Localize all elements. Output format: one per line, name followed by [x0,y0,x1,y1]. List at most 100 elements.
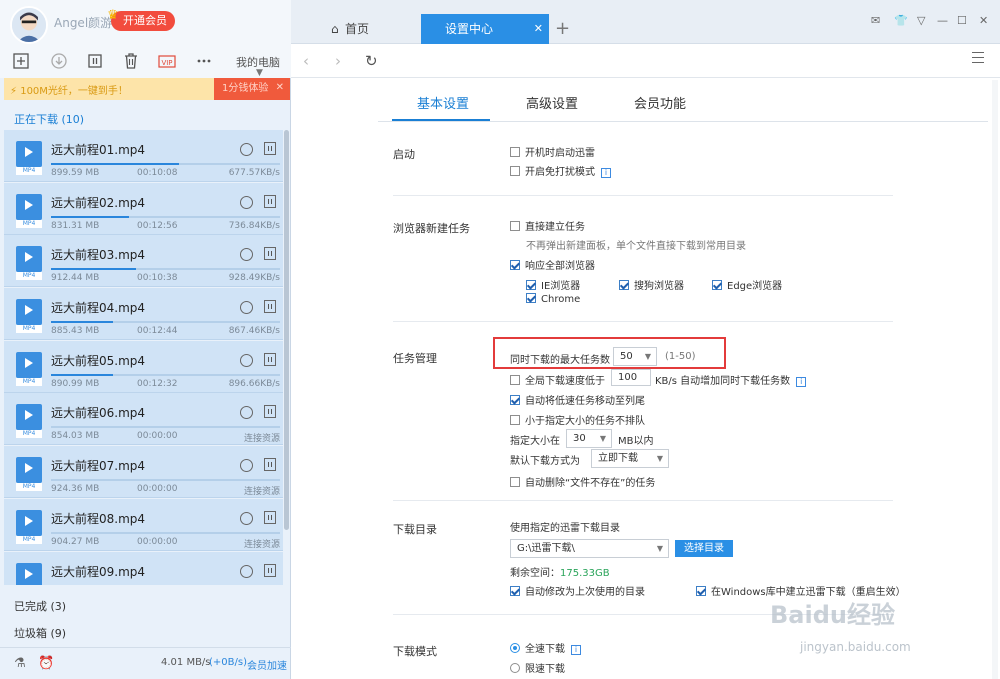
speed-low-input[interactable]: 100 [611,369,651,386]
open-folder-icon[interactable] [240,301,253,315]
new-task-button[interactable] [10,50,32,72]
pause-icon[interactable] [264,142,276,155]
checkbox-checked-icon[interactable] [510,395,520,405]
dir-path-select[interactable]: G:\迅雷下载\ ▼ [510,539,669,558]
list-item[interactable]: MP4 远大前程02.mp4 831.31 MB 00:12:56 736.84KB/s [4,182,283,235]
delete-button[interactable] [120,50,142,72]
chrome-checkbox[interactable]: Chrome [526,293,580,305]
sogou-checkbox[interactable]: 搜狗浏览器 [619,277,684,292]
checkbox-checked-icon[interactable] [526,280,536,290]
list-scrollbar[interactable] [284,130,289,530]
max-tasks-select[interactable]: 50 ▼ [613,347,657,366]
open-folder-icon[interactable] [240,353,253,367]
pause-icon[interactable] [264,300,276,314]
pause-button[interactable] [84,50,106,72]
list-item[interactable]: MP4 远大前程03.mp4 912.44 MB 00:10:38 928.49KB/s [4,235,283,288]
trash-header[interactable]: 垃圾箱 (9) [14,625,66,641]
new-tab-button[interactable]: + [555,14,570,44]
tab-advanced-settings[interactable]: 高级设置 [526,93,578,112]
choose-dir-button[interactable]: 选择目录 [675,540,733,557]
open-vip-button[interactable]: ♛ 开通会员 [107,8,175,31]
default-mode-select[interactable]: 立即下载 ▼ [591,449,669,468]
open-folder-icon[interactable] [240,564,253,578]
avatar[interactable] [10,6,48,44]
open-folder-icon[interactable] [240,195,253,209]
open-folder-icon[interactable] [240,406,253,420]
list-item[interactable]: MP4 远大前程08.mp4 904.27 MB 00:00:00 连接资源 [4,498,283,551]
pause-icon[interactable] [264,510,276,524]
tab-basic-settings[interactable]: 基本设置 [417,93,469,112]
username[interactable]: Angel颜游 [54,14,112,31]
auto-change-dir-checkbox[interactable]: 自动修改为上次使用的目录 [510,583,645,598]
completed-header[interactable]: 已完成 (3) [14,598,66,614]
edge-checkbox[interactable]: Edge浏览器 [712,277,782,292]
alarm-icon[interactable]: ⏰ [38,656,54,671]
more-button[interactable] [193,50,215,72]
checkbox-icon[interactable] [510,166,520,176]
vip-accelerate-link[interactable]: 会员加速 [247,657,287,672]
small-no-queue-checkbox[interactable]: 小于指定大小的任务不排队 [510,412,645,427]
checkbox-checked-icon[interactable] [696,586,706,596]
checkbox-checked-icon[interactable] [526,293,536,303]
radio-icon[interactable] [510,663,520,673]
pause-icon[interactable] [264,405,276,419]
checkbox-icon[interactable] [510,147,520,157]
dropdown-icon[interactable]: ▽ [917,14,925,27]
flask-icon[interactable]: ⚗ [14,656,26,671]
open-folder-icon[interactable] [240,459,253,473]
checkbox-checked-icon[interactable] [510,586,520,596]
maximize-icon[interactable]: ☐ [957,14,967,27]
checkbox-icon[interactable] [510,375,520,385]
limited-speed-radio[interactable]: 限速下载 [510,660,565,675]
forward-icon[interactable]: › [335,52,341,70]
ie-checkbox[interactable]: IE浏览器 [526,277,580,292]
direct-task-checkbox[interactable]: 直接建立任务 [510,218,585,233]
full-speed-radio[interactable]: 全速下载 i [510,640,581,655]
skin-icon[interactable]: 👕 [894,14,908,27]
window-close-icon[interactable]: ✕ [979,14,988,27]
vip-button[interactable]: VIP [156,50,178,72]
info-icon[interactable]: i [601,168,611,178]
list-item[interactable]: MP4 远大前程04.mp4 885.43 MB 00:12:44 867.46KB/s [4,288,283,341]
menu-icon[interactable] [972,52,984,67]
start-button[interactable] [48,50,70,72]
tab-home[interactable]: ⌂ 首页 [321,14,421,44]
auto-delete-checkbox[interactable]: 自动删除“文件不存在”的任务 [510,474,655,489]
pause-icon[interactable] [264,458,276,472]
close-tab-icon[interactable]: ✕ [534,14,543,44]
checkbox-icon[interactable] [510,477,520,487]
minimize-icon[interactable]: — [937,14,948,27]
no-disturb-checkbox[interactable]: 开启免打扰模式 i [510,163,611,178]
checkbox-checked-icon[interactable] [712,280,722,290]
list-item[interactable]: MP4 远大前程09.mp4 [4,551,283,585]
list-item[interactable]: MP4 远大前程07.mp4 924.36 MB 00:00:00 连接资源 [4,446,283,499]
open-folder-icon[interactable] [240,143,253,156]
refresh-icon[interactable]: ↻ [365,52,378,70]
tab-vip-features[interactable]: 会员功能 [634,93,686,112]
radio-checked-icon[interactable] [510,643,520,653]
pause-icon[interactable] [264,563,276,577]
checkbox-checked-icon[interactable] [619,280,629,290]
move-slow-checkbox[interactable]: 自动将低速任务移动至列尾 [510,392,645,407]
checkbox-icon[interactable] [510,415,520,425]
list-item[interactable]: MP4 远大前程05.mp4 890.99 MB 00:12:32 896.66KB/s [4,340,283,393]
pause-icon[interactable] [264,247,276,261]
auto-start-checkbox[interactable]: 开机时启动迅雷 [510,144,595,159]
info-icon[interactable]: i [571,645,581,655]
tab-settings[interactable]: 设置中心 ✕ [421,14,549,44]
pause-icon[interactable] [264,194,276,208]
mail-icon[interactable]: ✉ [871,14,880,27]
open-folder-icon[interactable] [240,511,253,525]
respond-all-checkbox[interactable]: 响应全部浏览器 [510,257,595,272]
open-folder-icon[interactable] [240,248,253,262]
list-item[interactable]: MP4 远大前程06.mp4 854.03 MB 00:00:00 连接资源 [4,393,283,446]
checkbox-checked-icon[interactable] [510,260,520,270]
chevron-down-icon[interactable]: ▼ [256,68,263,78]
downloading-header[interactable]: 正在下载 (10) [14,111,84,127]
pause-icon[interactable] [264,352,276,366]
speed-low-checkbox[interactable]: 全局下载速度低于 [510,372,605,387]
list-item[interactable]: MP4 远大前程01.mp4 899.59 MB 00:10:08 677.57KB/s [4,130,283,182]
promo-banner[interactable]: ⚡ 100M光纤，一键到手！ 1分钱体验 ✕ [4,78,290,100]
back-icon[interactable]: ‹ [303,52,309,70]
close-icon[interactable]: ✕ [276,82,284,93]
